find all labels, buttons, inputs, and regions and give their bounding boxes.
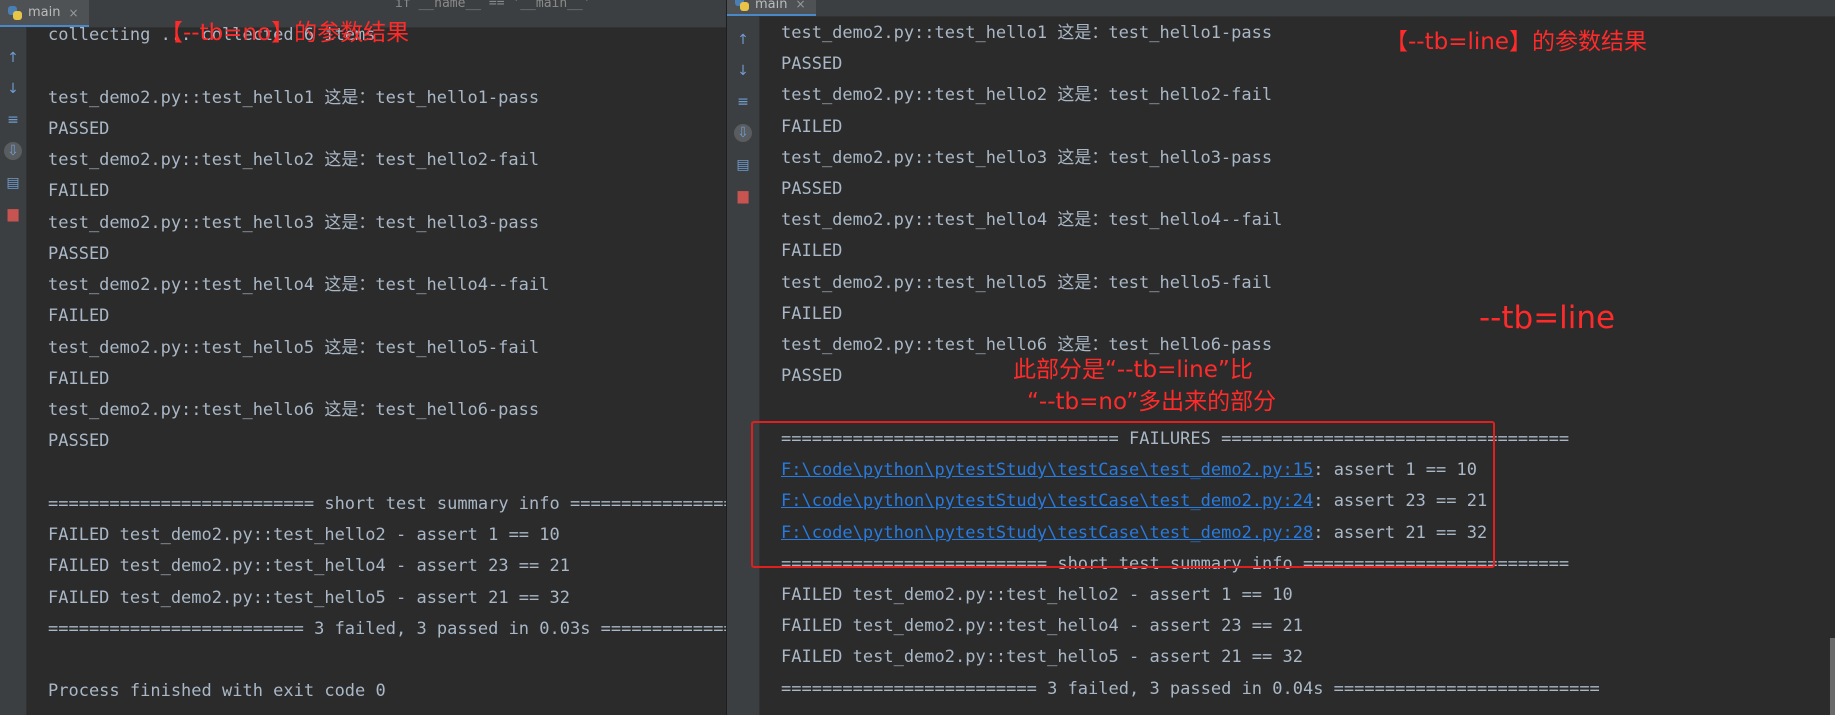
console-line: PASSED: [781, 54, 843, 74]
console-line: FAILED test_demo2.py::test_hello4 - asse…: [48, 556, 570, 576]
tab-label: main: [28, 5, 61, 20]
print-icon[interactable]: ▤: [4, 174, 22, 192]
console-line: FAILED test_demo2.py::test_hello5 - asse…: [48, 588, 570, 608]
console-line: test_demo2.py::test_hello2 这是：test_hello…: [48, 150, 540, 170]
console-line: test_demo2.py::test_hello2 这是：test_hello…: [781, 85, 1273, 105]
annotation-note-line-1: 此部分是“--tb=line”比: [1013, 357, 1253, 383]
left-console-output: collecting ... collected 6 items test_dem…: [48, 25, 726, 715]
console-line: FAILED: [48, 181, 110, 201]
console-line: test_demo2.py::test_hello1 这是：test_hello…: [48, 88, 540, 108]
console-line: FAILED: [48, 369, 110, 389]
console-line: FAILED: [781, 117, 843, 137]
console-line: FAILED test_demo2.py::test_hello2 - asse…: [48, 525, 560, 545]
print-icon[interactable]: ▤: [734, 156, 752, 174]
console-line: test_demo2.py::test_hello4 这是：test_hello…: [781, 210, 1283, 230]
left-run-tab[interactable]: main ×: [0, 0, 89, 27]
up-arrow-icon[interactable]: ↑: [734, 31, 752, 49]
scroll-to-end-icon[interactable]: ⇩: [734, 124, 752, 142]
python-file-icon: [8, 5, 22, 20]
vertical-scrollbar[interactable]: [1830, 638, 1835, 715]
console-line: PASSED: [781, 179, 843, 199]
right-console-panel: main × ↑ ↓ ≡ ⇩ ▤ ▆ test_demo2.py::test_h…: [726, 0, 1835, 715]
soft-wrap-icon[interactable]: ≡: [4, 111, 22, 129]
tb-line-annotation: --tb=line: [1479, 300, 1616, 336]
right-annotation-title: 【--tb=line】的参数结果: [1385, 29, 1647, 55]
tab-label: main: [755, 0, 788, 12]
left-tool-strip: ↑ ↓ ≡ ⇩ ▤ ▆: [0, 27, 27, 715]
console-line: test_demo2.py::test_hello4 这是：test_hello…: [48, 275, 550, 295]
console-line: ========================= 3 failed, 3 pa…: [48, 619, 726, 639]
trash-icon[interactable]: ▆: [4, 205, 22, 223]
console-line: test_demo2.py::test_hello5 这是：test_hello…: [48, 338, 540, 358]
right-run-tab[interactable]: main ×: [727, 0, 816, 16]
header-ghost-text: if __name__ == '__main__': [395, 0, 591, 11]
console-line: FAILED test_demo2.py::test_hello4 - asse…: [781, 616, 1303, 636]
right-tab-bar: main ×: [727, 0, 1835, 17]
left-console-panel: if __name__ == '__main__' main × ↑ ↓ ≡ ⇩…: [0, 0, 726, 715]
annotation-note-line-2: “--tb=no”多出来的部分: [1027, 389, 1277, 415]
console-line: ========================== short test su…: [48, 494, 726, 514]
console-line: ========================= 3 failed, 3 pa…: [781, 679, 1600, 699]
console-line: PASSED: [48, 119, 110, 139]
down-arrow-icon[interactable]: ↓: [4, 80, 22, 98]
python-file-icon: [735, 0, 749, 11]
console-line: test_demo2.py::test_hello6 这是：test_hello…: [48, 400, 540, 420]
soft-wrap-icon[interactable]: ≡: [734, 93, 752, 111]
console-line: test_demo2.py::test_hello3 这是：test_hello…: [781, 148, 1273, 168]
close-icon[interactable]: ×: [68, 6, 78, 20]
down-arrow-icon[interactable]: ↓: [734, 62, 752, 80]
console-line: test_demo2.py::test_hello1 这是：test_hello…: [781, 23, 1273, 43]
console-line: FAILED: [48, 306, 110, 326]
up-arrow-icon[interactable]: ↑: [4, 49, 22, 67]
console-line: PASSED: [48, 244, 110, 264]
highlight-box: [751, 421, 1495, 568]
console-line: test_demo2.py::test_hello5 这是：test_hello…: [781, 273, 1273, 293]
console-line: FAILED: [781, 241, 843, 261]
console-line: FAILED test_demo2.py::test_hello2 - asse…: [781, 585, 1293, 605]
console-line: FAILED: [781, 304, 843, 324]
close-icon[interactable]: ×: [795, 0, 805, 11]
left-annotation-label: 【--tb=no】的参数结果: [160, 20, 410, 46]
right-tool-strip: ↑ ↓ ≡ ⇩ ▤ ▆: [727, 16, 760, 715]
console-line: PASSED: [781, 366, 843, 386]
console-line: Process finished with exit code 0: [48, 681, 386, 701]
scroll-to-end-icon[interactable]: ⇩: [4, 142, 22, 160]
console-line: PASSED: [48, 431, 110, 451]
right-console-output: test_demo2.py::test_hello1 这是：test_hello…: [781, 16, 1835, 715]
console-line: FAILED test_demo2.py::test_hello5 - asse…: [781, 647, 1303, 667]
console-line: test_demo2.py::test_hello3 这是：test_hello…: [48, 213, 540, 233]
trash-icon[interactable]: ▆: [734, 187, 752, 205]
